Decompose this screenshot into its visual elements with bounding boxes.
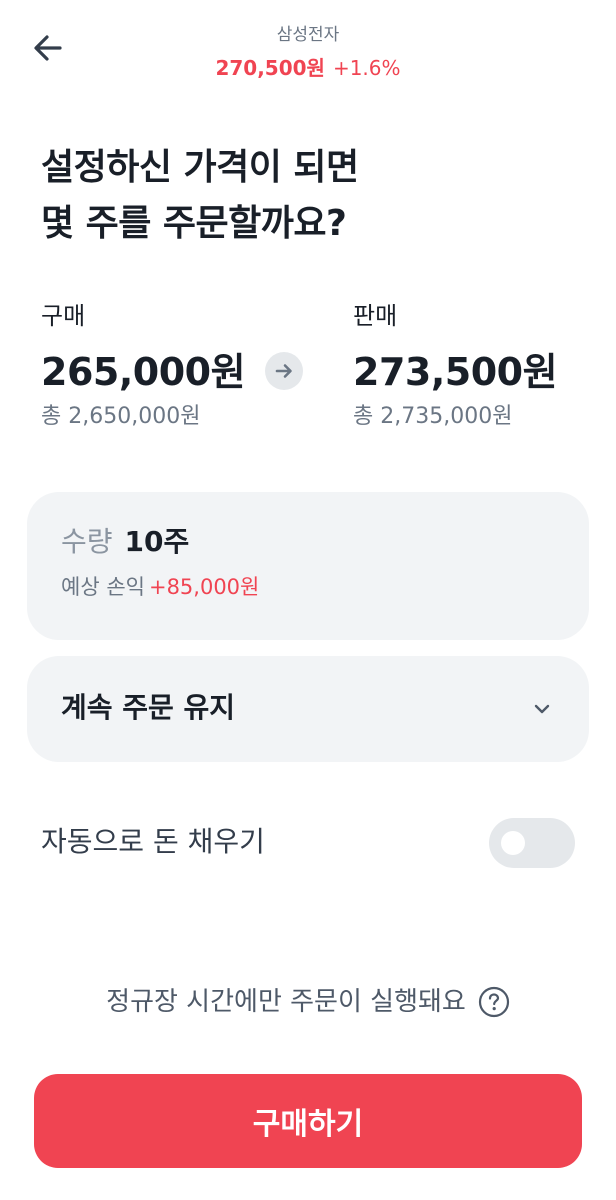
buy-button[interactable]: 구매하기 bbox=[34, 1074, 582, 1168]
expected-profit-row: 예상 손익 +85,000원 bbox=[61, 572, 259, 602]
auto-fill-toggle[interactable] bbox=[489, 818, 575, 868]
current-price: 270,500원 bbox=[215, 56, 325, 80]
header: 삼성전자 270,500원 +1.6% bbox=[0, 0, 616, 100]
toggle-knob bbox=[501, 831, 525, 855]
chevron-down-icon bbox=[534, 704, 550, 714]
buy-price: 265,000원 bbox=[41, 350, 246, 394]
market-hours-notice: 정규장 시간에만 주문이 실행돼요 bbox=[0, 980, 616, 1024]
buy-label: 구매 bbox=[41, 302, 86, 330]
buy-total: 총 2,650,000원 bbox=[41, 404, 201, 429]
expected-profit-label: 예상 손익 bbox=[61, 575, 145, 599]
buy-summary: 구매 265,000원 총 2,650,000원 bbox=[41, 296, 246, 434]
quantity-label: 수량 bbox=[61, 525, 113, 558]
quantity-value: 10주 bbox=[124, 525, 190, 558]
arrow-right-icon bbox=[265, 352, 303, 390]
sell-total: 총 2,735,000원 bbox=[353, 404, 513, 429]
quantity-row: 수량 10주 bbox=[61, 522, 189, 562]
title-line-2: 몇 주를 주문할까요? bbox=[41, 203, 347, 244]
stock-price: 270,500원 +1.6% bbox=[0, 52, 616, 81]
stock-name: 삼성전자 bbox=[276, 25, 340, 45]
order-keep-label: 계속 주문 유지 bbox=[61, 691, 236, 724]
notice-text: 정규장 시간에만 주문이 실행돼요 bbox=[106, 987, 466, 1017]
page-title: 설정하신 가격이 되면 몇 주를 주문할까요? bbox=[41, 140, 359, 252]
title-line-1: 설정하신 가격이 되면 bbox=[41, 147, 359, 188]
expected-profit-value: +85,000원 bbox=[148, 575, 260, 599]
quantity-card[interactable]: 수량 10주 예상 손익 +85,000원 bbox=[27, 492, 589, 640]
sell-summary: 판매 273,500원 총 2,735,000원 bbox=[353, 296, 558, 434]
question-circle-icon[interactable] bbox=[478, 986, 510, 1018]
price-change: +1.6% bbox=[332, 56, 401, 80]
sell-price: 273,500원 bbox=[353, 350, 558, 394]
order-keep-dropdown[interactable]: 계속 주문 유지 bbox=[27, 656, 589, 762]
auto-fill-label: 자동으로 돈 채우기 bbox=[41, 825, 265, 858]
sell-label: 판매 bbox=[353, 302, 398, 330]
